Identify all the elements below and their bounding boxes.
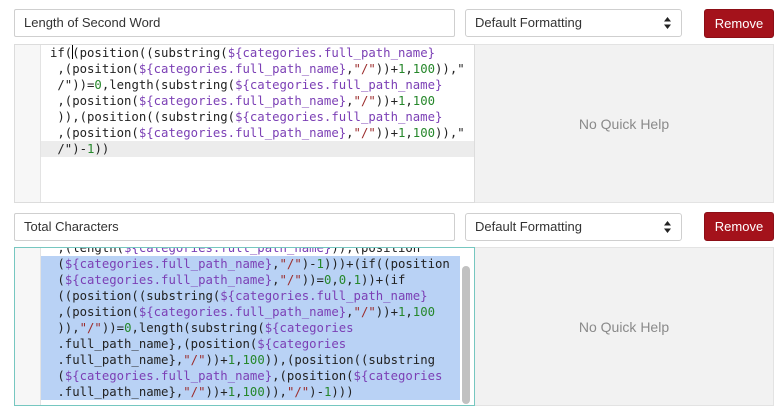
code-line: /"))=0,length(substring(${categories.ful… (50, 78, 443, 92)
code-line: if((position((substring(${categories.ful… (50, 45, 435, 60)
text-cursor (71, 45, 73, 59)
remove-button-2[interactable]: Remove (704, 212, 774, 241)
code-line: )),"/"))=0,length(substring(${categories (41, 320, 460, 336)
editor-scrollbar[interactable] (462, 266, 470, 404)
code-line: ,(position(${categories.full_path_name},… (50, 94, 436, 108)
select-arrows-icon (664, 17, 671, 29)
formula-name-input-1[interactable]: Length of Second Word (14, 9, 455, 37)
editor-gutter (15, 45, 41, 202)
remove-button-1[interactable]: Remove (704, 9, 774, 38)
format-select-value: Default Formatting (475, 15, 582, 30)
code-line: (${categories.full_path_name},"/")-1)))+… (41, 256, 460, 272)
editor-gutter (15, 248, 41, 405)
code-line: .full_path_name},"/"))+1,100)),(position… (41, 352, 460, 368)
code-line: /")-1)) (41, 141, 474, 157)
code-line: ,(position(${categories.full_path_name},… (50, 62, 465, 76)
quick-help-panel-1: No Quick Help (475, 44, 774, 203)
code-line: ,(position(${categories.full_path_name},… (41, 304, 460, 320)
quick-help-text: No Quick Help (578, 115, 670, 132)
code-line: .full_path_name},"/"))+1,100)),"/")-1))) (41, 384, 460, 400)
code-content[interactable]: ,(length(${categories.full_path_name})),… (41, 247, 460, 400)
quick-help-panel-2: No Quick Help (475, 247, 774, 406)
formula-code-editor-1[interactable]: if((position((substring(${categories.ful… (14, 44, 475, 203)
code-line: (${categories.full_path_name},(position(… (41, 368, 460, 384)
code-line: )),(position((substring(${categories.ful… (50, 110, 443, 124)
quick-help-text: No Quick Help (578, 318, 670, 335)
code-content[interactable]: if((position((substring(${categories.ful… (41, 45, 474, 157)
format-select-2[interactable]: Default Formatting (465, 213, 682, 241)
code-line: .full_path_name},(position(${categories (41, 336, 460, 352)
code-line: ,(position(${categories.full_path_name},… (50, 126, 465, 140)
format-select-value: Default Formatting (475, 219, 582, 234)
code-line: ,(length(${categories.full_path_name})),… (50, 247, 421, 255)
select-arrows-icon (664, 221, 671, 233)
formula-code-editor-2[interactable]: ,(length(${categories.full_path_name})),… (14, 247, 475, 406)
code-line: ((position((substring(${categories.full_… (41, 288, 460, 304)
formula-name-input-2[interactable]: Total Characters (14, 213, 455, 241)
code-line: (${categories.full_path_name},"/"))=0,0,… (41, 272, 460, 288)
format-select-1[interactable]: Default Formatting (465, 9, 682, 37)
